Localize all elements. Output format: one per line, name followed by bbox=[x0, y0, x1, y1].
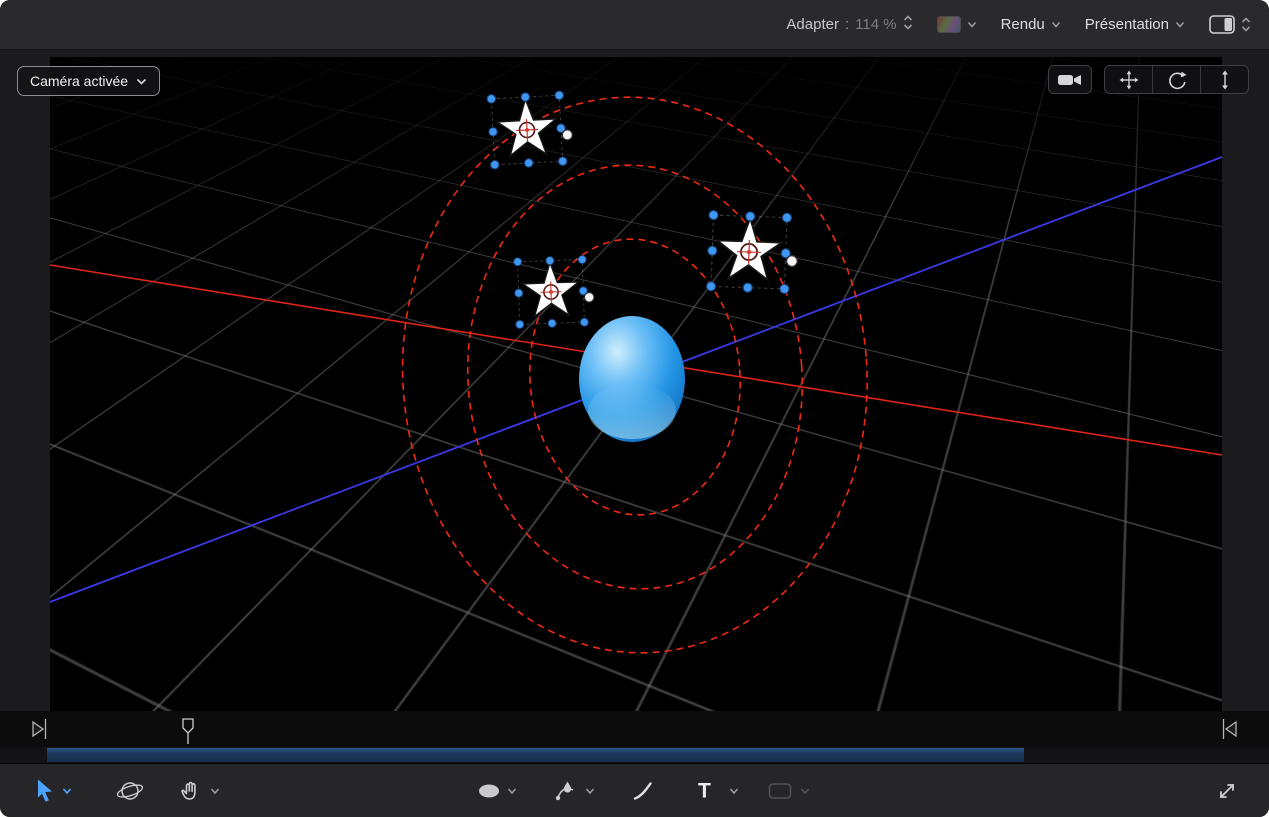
zoom-control[interactable]: Adapter : 114 % bbox=[786, 15, 912, 35]
out-marker-icon[interactable] bbox=[1226, 722, 1236, 736]
pen-curve-node-icon bbox=[553, 779, 577, 803]
camera-status-label: Caméra activée bbox=[30, 73, 128, 89]
presentation-dropdown[interactable]: Présentation bbox=[1085, 16, 1185, 33]
star-object-left[interactable] bbox=[513, 255, 594, 328]
zoom-stepper-icon[interactable] bbox=[903, 15, 913, 35]
hand-tool-chevron[interactable] bbox=[210, 788, 220, 795]
paint-stroke-icon bbox=[631, 779, 655, 803]
chevron-down-icon bbox=[967, 21, 977, 28]
text-tool-glyph: T bbox=[698, 781, 711, 802]
rect-tool-chevron[interactable] bbox=[800, 788, 810, 795]
in-marker-icon[interactable] bbox=[33, 722, 43, 736]
ellipse-shape-icon bbox=[477, 782, 501, 800]
hand-icon bbox=[178, 779, 202, 803]
orbit-rotate-icon bbox=[1167, 70, 1187, 90]
timeline-markers bbox=[0, 711, 1269, 747]
camera-status-button[interactable]: Caméra activée bbox=[17, 66, 160, 96]
bezier-tool-button[interactable] bbox=[553, 779, 577, 803]
canvas-area: Caméra activée bbox=[0, 50, 1269, 711]
chevron-down-icon bbox=[62, 788, 72, 795]
select-tool-chevron[interactable] bbox=[62, 788, 72, 795]
selection-handles[interactable] bbox=[513, 255, 594, 328]
vertical-arrows-icon bbox=[1218, 70, 1232, 90]
3d-orbit-icon bbox=[116, 778, 144, 804]
text-tool-button[interactable]: T bbox=[698, 781, 711, 802]
canvas-viewport[interactable] bbox=[50, 57, 1222, 711]
bezier-tool-chevron[interactable] bbox=[585, 788, 595, 795]
color-swatch-dropdown[interactable] bbox=[937, 16, 977, 33]
chevron-down-icon bbox=[1175, 21, 1185, 28]
camera-toggle-button[interactable] bbox=[1048, 65, 1092, 94]
top-toolbar: Adapter : 114 % Rendu Présentation bbox=[0, 0, 1269, 50]
select-tool-button[interactable] bbox=[34, 779, 56, 804]
pan-arrows-icon bbox=[1119, 70, 1139, 90]
arrow-cursor-icon bbox=[34, 779, 56, 804]
zoom-value: 114 % bbox=[855, 16, 896, 33]
scene-svg bbox=[50, 57, 1222, 711]
chevron-down-icon bbox=[729, 788, 739, 795]
timeline-strip[interactable] bbox=[0, 711, 1269, 763]
sphere-object[interactable] bbox=[579, 316, 685, 442]
scrub-track[interactable] bbox=[0, 747, 1269, 763]
play-range-bar[interactable] bbox=[47, 748, 1024, 762]
layout-stepper-icon bbox=[1241, 17, 1251, 32]
zoom-colon: : bbox=[845, 16, 849, 33]
dolly-view-button[interactable] bbox=[1201, 66, 1248, 93]
diagonal-resize-icon bbox=[1216, 780, 1238, 802]
render-label: Rendu bbox=[1001, 16, 1045, 33]
shape-tool-chevron[interactable] bbox=[507, 788, 517, 795]
chevron-down-icon bbox=[136, 78, 147, 85]
view-controls bbox=[1048, 65, 1249, 94]
orbit-view-button[interactable] bbox=[1153, 66, 1200, 93]
rect-tool-button[interactable] bbox=[768, 783, 792, 800]
canvas-layout-icon bbox=[1209, 15, 1235, 34]
selection-handles[interactable] bbox=[487, 90, 574, 169]
chevron-down-icon bbox=[210, 788, 220, 795]
shape-tool-button[interactable] bbox=[477, 782, 501, 800]
selection-handles[interactable] bbox=[706, 210, 799, 293]
camera-tools-group bbox=[1104, 65, 1249, 94]
chevron-down-icon bbox=[507, 788, 517, 795]
transform-3d-tool-button[interactable] bbox=[116, 778, 144, 804]
video-camera-icon bbox=[1057, 72, 1083, 88]
pan-view-button[interactable] bbox=[1105, 66, 1152, 93]
rounded-rect-icon bbox=[768, 783, 792, 800]
star-object-right[interactable] bbox=[706, 210, 799, 293]
canvas-layout-control[interactable] bbox=[1209, 15, 1251, 34]
playhead-icon[interactable] bbox=[183, 719, 193, 744]
tool-bar: T bbox=[0, 763, 1269, 817]
zoom-label: Adapter bbox=[786, 16, 839, 33]
motion-window: Adapter : 114 % Rendu Présentation bbox=[0, 0, 1269, 817]
color-swatch-icon bbox=[937, 16, 961, 33]
stroke-tool-button[interactable] bbox=[631, 779, 655, 803]
chevron-down-icon bbox=[800, 788, 810, 795]
text-tool-chevron[interactable] bbox=[729, 788, 739, 795]
hand-tool-button[interactable] bbox=[178, 779, 202, 803]
expand-view-button[interactable] bbox=[1216, 780, 1238, 802]
presentation-label: Présentation bbox=[1085, 16, 1169, 33]
render-dropdown[interactable]: Rendu bbox=[1001, 16, 1061, 33]
star-object-top[interactable] bbox=[487, 90, 574, 169]
chevron-down-icon bbox=[585, 788, 595, 795]
chevron-down-icon bbox=[1051, 21, 1061, 28]
